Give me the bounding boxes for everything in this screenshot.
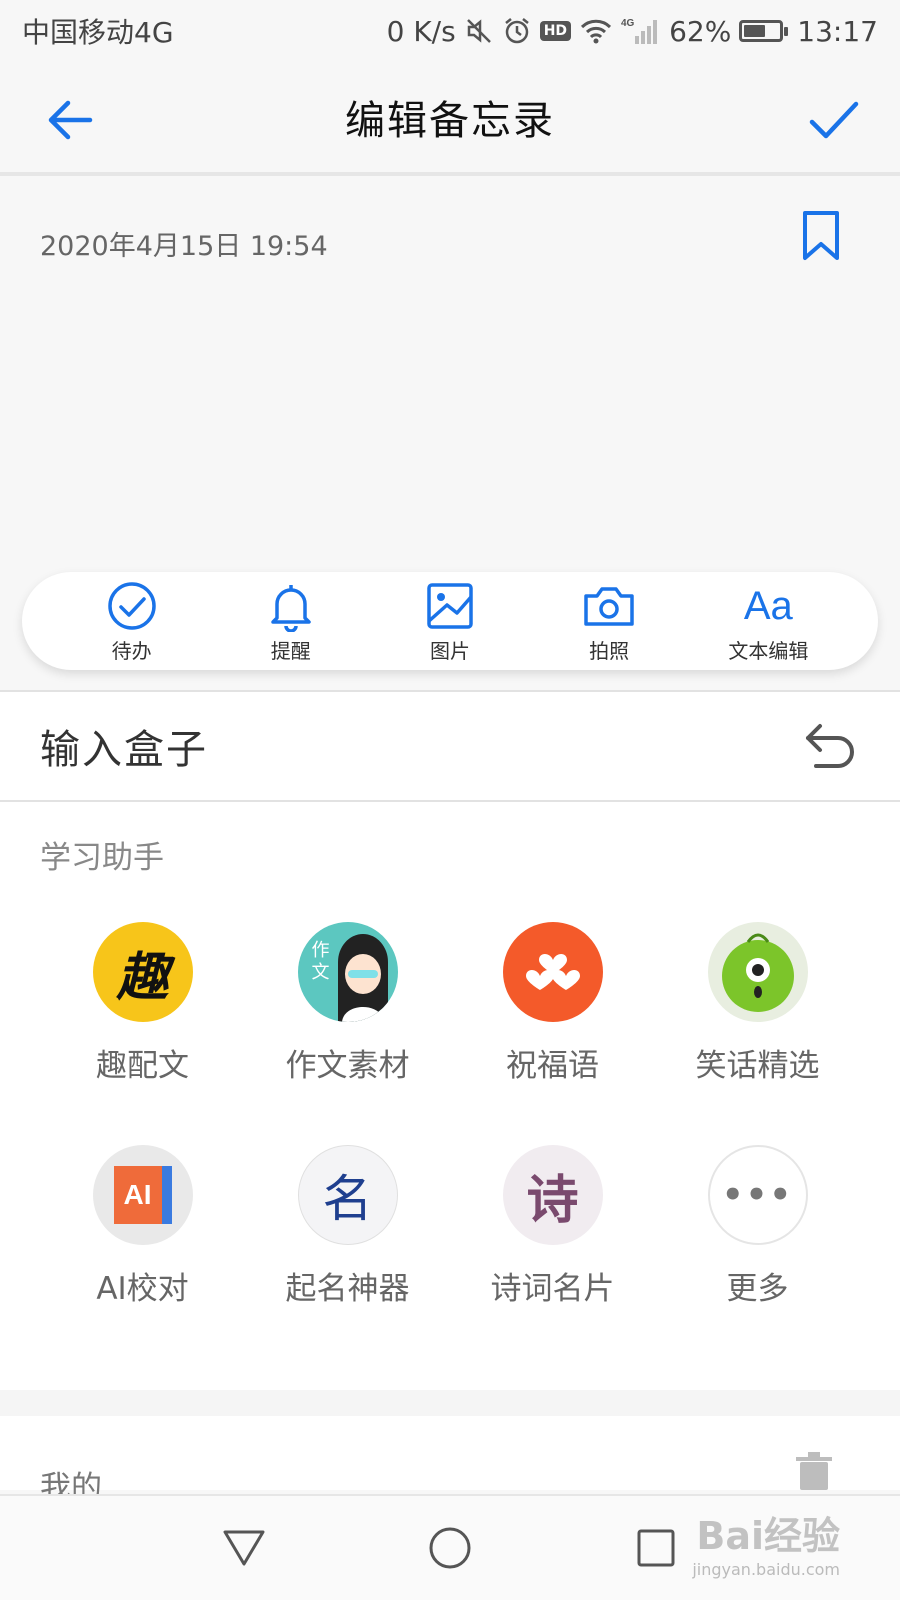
qupeiwen-icon: 趣 bbox=[92, 922, 193, 1022]
tool-camera[interactable]: 拍照 bbox=[544, 579, 674, 664]
section-study-assistant: 学习助手 bbox=[40, 840, 164, 876]
app-greetings[interactable]: 祝福语 bbox=[450, 922, 655, 1085]
app-label: 起名神器 bbox=[285, 1271, 410, 1307]
save-button[interactable] bbox=[804, 90, 864, 150]
text-format-icon: Aa bbox=[743, 583, 793, 628]
delete-button[interactable] bbox=[796, 1452, 836, 1496]
composition-girl-icon: 作文 bbox=[297, 922, 398, 1022]
app-label: AI校对 bbox=[96, 1271, 189, 1307]
input-box-title: 输入盒子 bbox=[40, 727, 208, 773]
tool-label: 待办 bbox=[111, 638, 152, 663]
app-label: 诗词名片 bbox=[490, 1271, 615, 1307]
app-jokes[interactable]: 笑话精选 bbox=[655, 922, 860, 1085]
tool-image[interactable]: 图片 bbox=[385, 579, 515, 664]
app-ai-proofread[interactable]: AI AI校对 bbox=[40, 1145, 245, 1308]
app-label: 作文素材 bbox=[285, 1048, 410, 1084]
camera-icon bbox=[584, 586, 634, 626]
naming-icon: 名 bbox=[297, 1145, 398, 1245]
nav-back-button[interactable] bbox=[216, 1520, 272, 1576]
bell-icon bbox=[271, 584, 311, 632]
app-composition-material[interactable]: 作文 作文素材 bbox=[245, 922, 450, 1085]
melon-icon bbox=[707, 922, 808, 1022]
nav-home-button[interactable] bbox=[422, 1520, 478, 1576]
svg-text:4G: 4G bbox=[621, 18, 635, 29]
poetry-icon: 诗 bbox=[502, 1145, 603, 1245]
battery-icon bbox=[739, 20, 789, 42]
collapse-button[interactable] bbox=[800, 716, 860, 776]
bookmark-button[interactable] bbox=[800, 210, 842, 262]
page-title: 编辑备忘录 bbox=[345, 98, 555, 144]
mute-icon bbox=[464, 16, 494, 46]
tool-label: 图片 bbox=[429, 638, 470, 663]
baidu-watermark: Bai经验 jingyan.baidu.com bbox=[692, 1505, 840, 1579]
battery-percent: 62% bbox=[669, 14, 732, 48]
status-icons: 0 K/s HD 4G 62% 13:17 bbox=[387, 15, 878, 48]
triangle-back-icon bbox=[223, 1530, 265, 1566]
watermark-url: jingyan.baidu.com bbox=[692, 1560, 840, 1579]
app-more[interactable]: ••• 更多 bbox=[655, 1145, 860, 1308]
undo-arrow-icon bbox=[806, 724, 854, 768]
trash-icon bbox=[796, 1452, 832, 1490]
alarm-icon bbox=[502, 16, 532, 46]
back-button[interactable] bbox=[40, 90, 100, 150]
app-label: 笑话精选 bbox=[695, 1048, 820, 1084]
arrow-left-icon bbox=[48, 100, 93, 140]
input-box-panel: 输入盒子 学习助手 趣 趣配文 作文 作文素材 祝福语 笑话精选 AI AI校对… bbox=[0, 690, 900, 1490]
hearts-icon bbox=[502, 922, 603, 1022]
network-speed: 0 K/s bbox=[386, 14, 456, 48]
tool-label: 提醒 bbox=[270, 638, 311, 663]
clock: 13:17 bbox=[797, 14, 878, 48]
tool-label: 文本编辑 bbox=[728, 638, 809, 663]
app-label: 祝福语 bbox=[506, 1048, 599, 1084]
app-qupeiwen[interactable]: 趣 趣配文 bbox=[40, 922, 245, 1085]
battery-fill bbox=[744, 25, 766, 37]
watermark-brand: Bai经验 bbox=[696, 1514, 840, 1558]
title-bar: 编辑备忘录 bbox=[0, 62, 900, 176]
note-date: 2020年4月15日 19:54 bbox=[40, 231, 328, 262]
checkmark-icon bbox=[809, 101, 859, 139]
app-naming[interactable]: 名 起名神器 bbox=[245, 1145, 450, 1308]
circle-home-icon bbox=[429, 1527, 471, 1569]
signal-icon: 4G bbox=[621, 16, 661, 46]
bookmark-icon bbox=[803, 211, 839, 260]
ai-proofread-icon: AI bbox=[92, 1145, 193, 1245]
more-dots-icon: ••• bbox=[707, 1145, 808, 1245]
app-label: 趣配文 bbox=[96, 1048, 189, 1084]
status-bar: 中国移动4G 0 K/s HD 4G 62% 13:17 bbox=[0, 0, 900, 62]
square-recents-icon bbox=[637, 1529, 675, 1567]
tool-text-format[interactable]: Aa 文本编辑 bbox=[703, 579, 833, 664]
input-box-header: 输入盒子 bbox=[0, 692, 900, 802]
study-apps-grid: 趣 趣配文 作文 作文素材 祝福语 笑话精选 AI AI校对 名 起名神器 诗 … bbox=[40, 922, 860, 1308]
app-poetry-card[interactable]: 诗 诗词名片 bbox=[450, 1145, 655, 1308]
note-toolbar: 待办 提醒 图片 拍照 Aa 文本编辑 bbox=[22, 572, 878, 670]
carrier-label: 中国移动4G bbox=[22, 16, 174, 49]
tool-label: 拍照 bbox=[589, 638, 630, 663]
section-separator bbox=[0, 1390, 900, 1416]
wifi-icon bbox=[579, 17, 613, 45]
image-icon bbox=[427, 582, 473, 629]
tool-todo[interactable]: 待办 bbox=[67, 579, 197, 664]
tool-reminder[interactable]: 提醒 bbox=[226, 579, 356, 664]
nav-recents-button[interactable] bbox=[628, 1520, 684, 1576]
todo-check-icon bbox=[107, 581, 156, 630]
hd-badge: HD bbox=[539, 21, 572, 41]
app-label: 更多 bbox=[726, 1271, 789, 1307]
